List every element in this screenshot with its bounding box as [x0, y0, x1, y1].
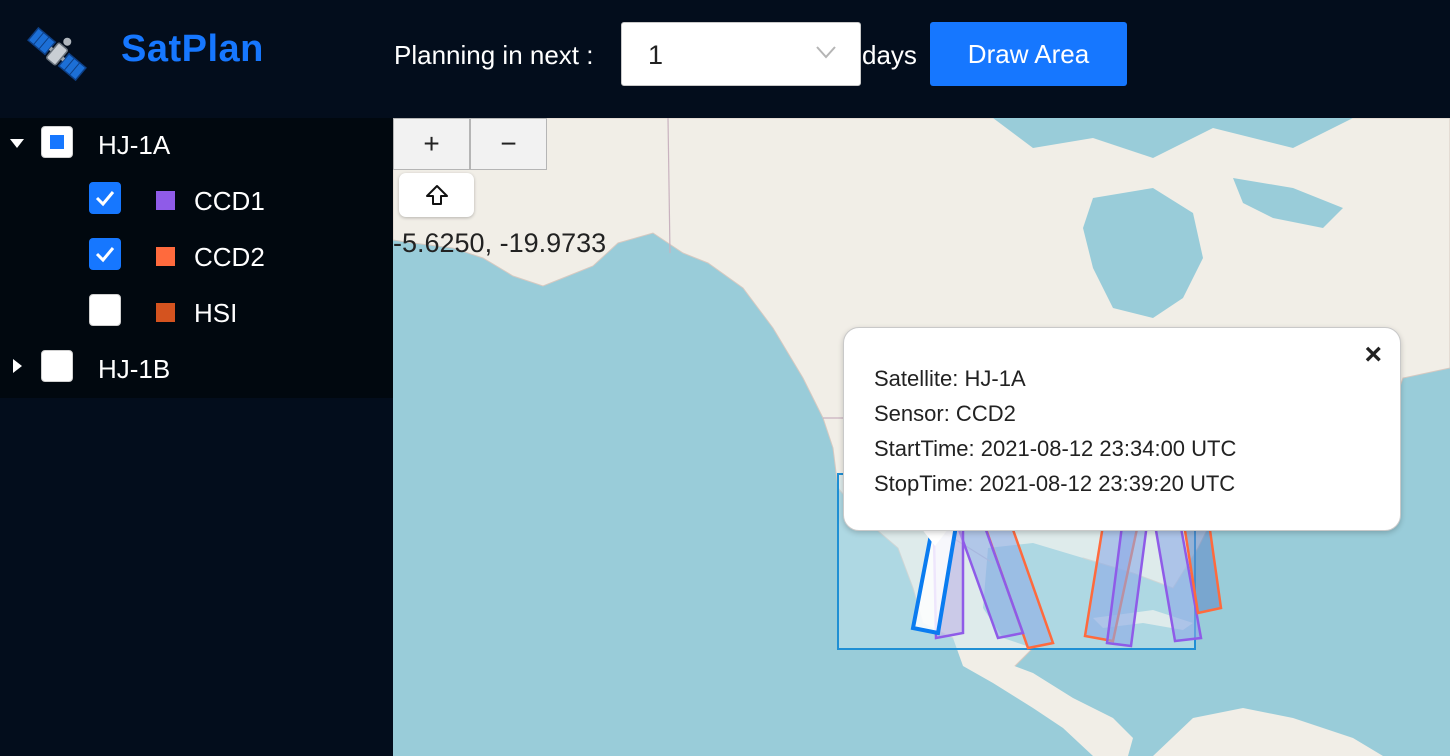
ccd2-checkbox[interactable] — [89, 238, 121, 270]
header-bar: SatPlan Planning in next : 1 days Draw A… — [0, 0, 1450, 118]
home-arrow-icon — [425, 185, 448, 205]
zoom-in-button[interactable]: + — [393, 118, 470, 170]
satellite-icon — [24, 22, 90, 86]
caret-right-icon[interactable] — [13, 359, 22, 373]
tree-label-ccd1: CCD1 — [194, 186, 265, 216]
ccd1-checkbox[interactable] — [89, 182, 121, 214]
swath-info-popup: × Satellite: HJ-1A Sensor: CCD2 StartTim… — [843, 327, 1401, 531]
draw-area-button[interactable]: Draw Area — [930, 22, 1127, 86]
sidebar: HJ-1A CCD1 CCD2 HSI HJ-1B — [0, 118, 393, 756]
hj-1b-checkbox[interactable] — [41, 350, 73, 382]
planning-label: Planning in next : — [394, 40, 594, 70]
check-icon — [95, 191, 115, 207]
tree-node-hj-1b: HJ-1B — [0, 342, 393, 398]
close-icon[interactable]: × — [1364, 338, 1382, 372]
tree-label-hsi: HSI — [194, 298, 238, 328]
tree-label-ccd2: CCD2 — [194, 242, 265, 272]
check-icon — [95, 247, 115, 263]
popup-stop-time: StopTime: 2021-08-12 23:39:20 UTC — [874, 471, 1236, 496]
chevron-down-icon — [816, 46, 836, 59]
popup-sensor: Sensor: CCD2 — [874, 401, 1016, 426]
app-title: SatPlan — [121, 28, 264, 70]
satellite-tree: HJ-1A CCD1 CCD2 HSI HJ-1B — [0, 118, 393, 398]
days-select[interactable]: 1 — [621, 22, 861, 86]
tree-node-hsi: HSI — [0, 286, 393, 342]
hj-1a-checkbox[interactable] — [41, 126, 73, 158]
tree-node-ccd1: CCD1 — [0, 174, 393, 230]
popup-start-time: StartTime: 2021-08-12 23:34:00 UTC — [874, 436, 1237, 461]
zoom-out-button[interactable]: − — [470, 118, 547, 170]
land-south-america — [1153, 708, 1383, 756]
tree-label-hj-1a: HJ-1A — [98, 130, 171, 160]
days-select-value: 1 — [648, 40, 664, 70]
land-central-america — [953, 638, 1133, 756]
ccd1-color-swatch — [156, 191, 175, 210]
tree-label-hj-1b: HJ-1B — [98, 354, 171, 384]
mouse-coordinates: -5.6250, -19.9733 — [393, 228, 607, 258]
ccd2-color-swatch — [156, 247, 175, 266]
map-view[interactable]: + − -5.6250, -19.9733 × Satellite: HJ-1A… — [393, 118, 1450, 756]
caret-down-icon[interactable] — [10, 139, 24, 148]
tree-node-hj-1a: HJ-1A — [0, 118, 393, 174]
hsi-color-swatch — [156, 303, 175, 322]
tree-node-ccd2: CCD2 — [0, 230, 393, 286]
reset-view-button[interactable] — [399, 173, 474, 217]
hsi-checkbox[interactable] — [89, 294, 121, 326]
days-unit-label: days — [862, 40, 917, 70]
popup-satellite: Satellite: HJ-1A — [874, 366, 1026, 391]
